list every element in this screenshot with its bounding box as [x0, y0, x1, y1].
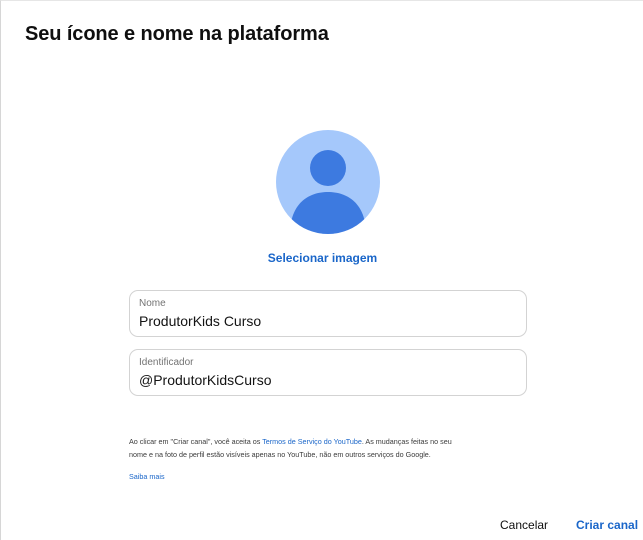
disclaimer-text-end: . As mudanças feitas no seu [361, 437, 452, 446]
name-field[interactable]: Nome ProdutorKids Curso [129, 290, 527, 337]
handle-field-label: Identificador [139, 357, 194, 368]
create-channel-button[interactable]: Criar canal [576, 518, 638, 532]
avatar-icon[interactable] [276, 130, 380, 234]
select-image-link[interactable]: Selecionar imagem [1, 251, 643, 265]
create-channel-dialog: Seu ícone e nome na plataforma Seleciona… [0, 0, 643, 540]
terms-of-service-link[interactable]: Termos de Serviço do YouTube [262, 437, 362, 446]
name-field-value[interactable]: ProdutorKids Curso [139, 313, 261, 329]
cancel-button[interactable]: Cancelar [500, 518, 548, 532]
terms-disclaimer: Ao clicar em "Criar canal", você aceita … [129, 436, 539, 461]
handle-field[interactable]: Identificador @ProdutorKidsCurso [129, 349, 527, 396]
dialog-title: Seu ícone e nome na plataforma [25, 23, 329, 45]
name-field-label: Nome [139, 298, 166, 309]
handle-field-value[interactable]: @ProdutorKidsCurso [139, 372, 272, 388]
learn-more-link[interactable]: Saiba mais [129, 472, 165, 481]
disclaimer-text-line2: nome e na foto de perfil estão visíveis … [129, 449, 431, 459]
disclaimer-text-start: Ao clicar em "Criar canal", você aceita … [129, 437, 263, 446]
person-icon [290, 150, 366, 234]
